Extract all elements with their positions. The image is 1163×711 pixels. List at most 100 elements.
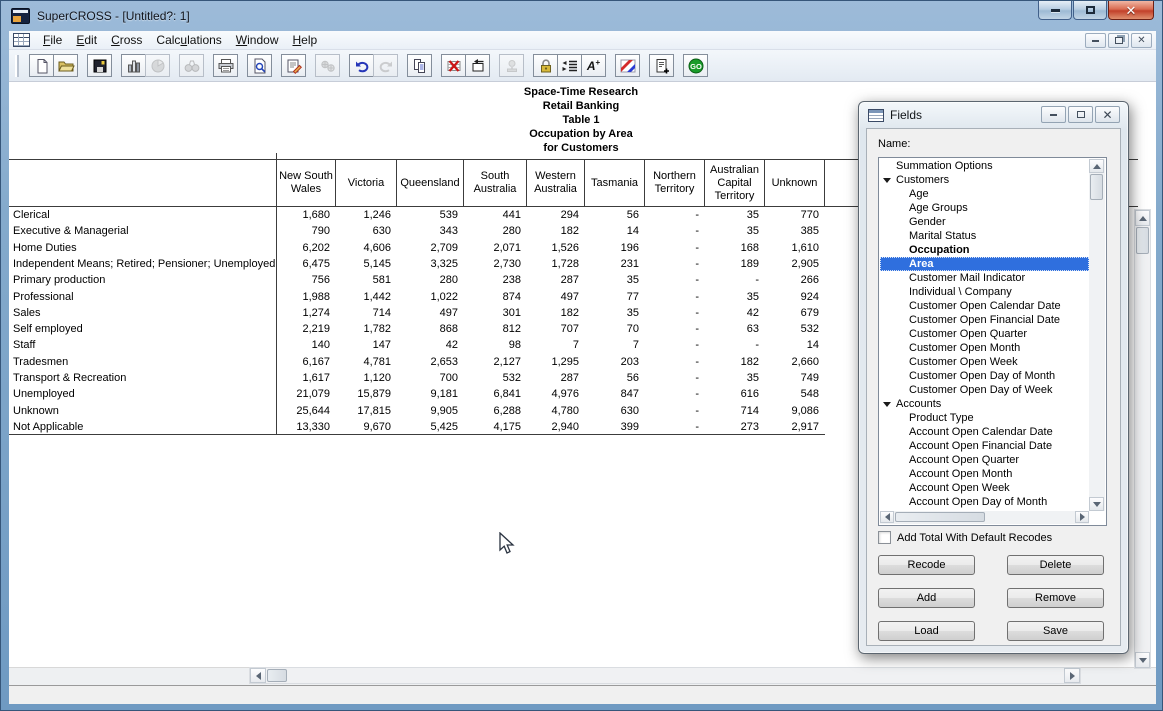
print-button[interactable] bbox=[213, 54, 238, 77]
colors-button[interactable] bbox=[615, 54, 640, 77]
field-item-individual-company[interactable]: Individual \ Company bbox=[880, 285, 1089, 299]
table-row[interactable]: Unemployed21,07915,8799,1816,8414,976847… bbox=[11, 386, 825, 402]
save-button[interactable]: Save bbox=[1007, 621, 1104, 641]
field-item-age[interactable]: Age bbox=[880, 187, 1089, 201]
column-header-4[interactable]: South Australia bbox=[464, 160, 526, 206]
dialog-close-button[interactable]: ✕ bbox=[1095, 106, 1120, 123]
table-row[interactable]: Tradesmen6,1674,7812,6532,1271,295203-18… bbox=[11, 354, 825, 370]
pie-chart-button[interactable] bbox=[145, 54, 170, 77]
go-button[interactable]: GO bbox=[683, 54, 708, 77]
add-button[interactable]: Add bbox=[878, 588, 975, 608]
field-item-customers[interactable]: Customers bbox=[880, 173, 1089, 187]
table-row[interactable]: Primary production75658128023828735--266 bbox=[11, 272, 825, 288]
delete-button[interactable]: Delete bbox=[1007, 555, 1104, 575]
listbox-horizontal-scrollbar[interactable] bbox=[880, 511, 1089, 524]
table-row[interactable]: Executive & Managerial79063034328018214-… bbox=[11, 223, 825, 239]
child-window-icon[interactable] bbox=[13, 33, 30, 47]
menu-window[interactable]: Window bbox=[229, 31, 286, 49]
collapse-triangle-icon[interactable] bbox=[883, 178, 891, 183]
table-row[interactable]: Clerical1,6801,24653944129456-35770 bbox=[11, 207, 825, 223]
field-item-area[interactable]: Area bbox=[880, 257, 1089, 271]
child-close-button[interactable]: ✕ bbox=[1131, 33, 1152, 48]
close-button[interactable]: ✕ bbox=[1108, 1, 1154, 20]
copy-button[interactable] bbox=[407, 54, 432, 77]
field-item-account-open-month[interactable]: Account Open Month bbox=[880, 467, 1089, 481]
field-item-account-open-financial-date[interactable]: Account Open Financial Date bbox=[880, 439, 1089, 453]
table-row[interactable]: Unknown25,64417,8159,9056,2884,780630-71… bbox=[11, 402, 825, 418]
undo-button[interactable] bbox=[349, 54, 374, 77]
redo-button[interactable] bbox=[373, 54, 398, 77]
table-row[interactable]: Independent Means; Retired; Pensioner; U… bbox=[11, 256, 825, 272]
field-item-customer-mail-indicator[interactable]: Customer Mail Indicator bbox=[880, 271, 1089, 285]
field-item-account-open-day-of-month[interactable]: Account Open Day of Month bbox=[880, 495, 1089, 509]
find-button[interactable] bbox=[179, 54, 204, 77]
derivations-button[interactable] bbox=[315, 54, 340, 77]
load-button[interactable]: Load bbox=[878, 621, 975, 641]
field-item-account-open-week[interactable]: Account Open Week bbox=[880, 481, 1089, 495]
dialog-minimize-button[interactable] bbox=[1041, 106, 1066, 123]
table-body[interactable]: Clerical1,6801,24653944129456-35770Execu… bbox=[11, 207, 825, 435]
table-row[interactable]: Transport & Recreation1,6171,12070053228… bbox=[11, 370, 825, 386]
menu-calculations[interactable]: Calculations bbox=[149, 31, 228, 49]
field-item-customer-open-quarter[interactable]: Customer Open Quarter bbox=[880, 327, 1089, 341]
vertical-scrollbar[interactable] bbox=[1134, 209, 1151, 669]
recode-button[interactable]: Recode bbox=[878, 555, 975, 575]
field-item-accounts[interactable]: Accounts bbox=[880, 397, 1089, 411]
bar-chart-button[interactable] bbox=[121, 54, 146, 77]
column-header-1[interactable]: New South Wales bbox=[277, 160, 335, 206]
collapse-triangle-icon[interactable] bbox=[883, 402, 891, 407]
fields-dialog-title-bar[interactable]: Fields ✕ bbox=[859, 102, 1128, 128]
add-total-checkbox[interactable] bbox=[878, 531, 891, 544]
listbox-scroll-up-button[interactable] bbox=[1089, 159, 1104, 173]
remove-button[interactable]: Remove bbox=[1007, 588, 1104, 608]
column-header-6[interactable]: Tasmania bbox=[585, 160, 644, 206]
child-minimize-button[interactable] bbox=[1085, 33, 1106, 48]
listbox-vertical-scrollbar[interactable] bbox=[1089, 159, 1105, 511]
table-row[interactable]: Staff140147429877--14 bbox=[11, 337, 825, 353]
lock-button[interactable] bbox=[533, 54, 558, 77]
menu-help[interactable]: Help bbox=[285, 31, 324, 49]
add-records-button[interactable] bbox=[649, 54, 674, 77]
minimize-button[interactable] bbox=[1038, 1, 1072, 20]
field-item-marital-status[interactable]: Marital Status bbox=[880, 229, 1089, 243]
scroll-right-button[interactable] bbox=[1064, 668, 1080, 683]
listbox-scroll-down-button[interactable] bbox=[1089, 497, 1104, 511]
dialog-maximize-button[interactable] bbox=[1068, 106, 1093, 123]
table-row[interactable]: Self employed2,2191,78286881270770-63532 bbox=[11, 321, 825, 337]
font-size-button[interactable]: A+ bbox=[581, 54, 606, 77]
vertical-scroll-thumb[interactable] bbox=[1136, 227, 1149, 254]
field-item-occupation[interactable]: Occupation bbox=[880, 243, 1089, 257]
table-row[interactable]: Home Duties6,2024,6062,7092,0711,526196-… bbox=[11, 240, 825, 256]
field-item-customer-open-calendar-date[interactable]: Customer Open Calendar Date bbox=[880, 299, 1089, 313]
child-restore-button[interactable] bbox=[1108, 33, 1129, 48]
fields-listbox[interactable]: Summation OptionsCustomersAgeAge GroupsG… bbox=[878, 157, 1107, 526]
maximize-button[interactable] bbox=[1073, 1, 1107, 20]
menu-file[interactable]: File bbox=[36, 31, 69, 49]
field-item-age-groups[interactable]: Age Groups bbox=[880, 201, 1089, 215]
edit-annotations-button[interactable] bbox=[281, 54, 306, 77]
toolbar-grip[interactable] bbox=[15, 55, 19, 77]
column-header-3[interactable]: Queensland bbox=[397, 160, 463, 206]
table-row[interactable]: Professional1,9881,4421,02287449777-3592… bbox=[11, 288, 825, 304]
column-header-9[interactable]: Unknown bbox=[765, 160, 824, 206]
scroll-up-button[interactable] bbox=[1135, 210, 1150, 226]
title-bar[interactable]: SuperCROSS - [Untitled?: 1] ✕ bbox=[1, 1, 1162, 31]
field-item-customer-open-financial-date[interactable]: Customer Open Financial Date bbox=[880, 313, 1089, 327]
table-row[interactable]: Sales1,27471449730118235-42679 bbox=[11, 305, 825, 321]
listbox-hscroll-thumb[interactable] bbox=[895, 512, 985, 522]
column-header-7[interactable]: Northern Territory bbox=[645, 160, 704, 206]
column-header-2[interactable]: Victoria bbox=[336, 160, 396, 206]
scroll-left-button[interactable] bbox=[250, 668, 266, 683]
horizontal-scroll-thumb[interactable] bbox=[267, 669, 287, 682]
field-item-customer-open-month[interactable]: Customer Open Month bbox=[880, 341, 1089, 355]
field-item-customer-open-day-of-week[interactable]: Customer Open Day of Week bbox=[880, 383, 1089, 397]
transpose-button[interactable] bbox=[465, 54, 490, 77]
listbox-scroll-left-button[interactable] bbox=[880, 511, 894, 523]
field-item-account-open-calendar-date[interactable]: Account Open Calendar Date bbox=[880, 425, 1089, 439]
field-item-gender[interactable]: Gender bbox=[880, 215, 1089, 229]
save-button[interactable] bbox=[87, 54, 112, 77]
stamp-button[interactable] bbox=[499, 54, 524, 77]
column-header-8[interactable]: Australian Capital Territory bbox=[705, 160, 764, 206]
scroll-down-button[interactable] bbox=[1135, 652, 1150, 668]
menu-cross[interactable]: Cross bbox=[104, 31, 149, 49]
